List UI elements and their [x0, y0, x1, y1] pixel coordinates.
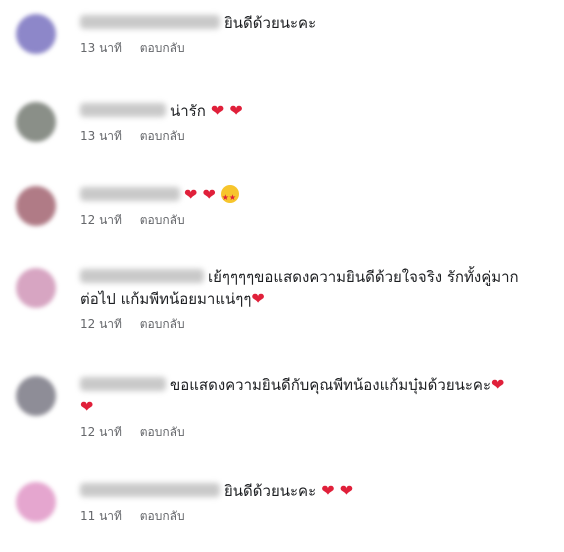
comment-text-line2: ❤: [80, 396, 554, 418]
reply-button[interactable]: ตอบกลับ: [140, 424, 185, 440]
comment-text: เย้ๆๆๆๆขอแสดงความยินดีด้วยใจจริง รักทั้ง…: [80, 266, 554, 288]
commenter-name-redacted[interactable]: [80, 269, 204, 283]
reply-button[interactable]: ตอบกลับ: [140, 212, 185, 228]
heart-emoji: ❤: [184, 185, 198, 204]
heart-emoji: ❤: [491, 375, 505, 394]
comment-text-line2: ต่อไป แก้มพีทน้อยมาแน่ๆๆ❤: [80, 289, 265, 308]
avatar[interactable]: [16, 102, 56, 142]
comment-timestamp[interactable]: 12 นาที: [80, 316, 122, 332]
comment-text: ❤ ❤: [80, 184, 554, 209]
heart-emoji: ❤: [334, 481, 354, 500]
star-struck-emoji-icon: [220, 185, 239, 209]
commenter-name-redacted[interactable]: [80, 187, 180, 201]
comment-timestamp[interactable]: 12 นาที: [80, 424, 122, 440]
comment-text: ยินดีด้วยนะคะ: [80, 12, 554, 34]
commenter-name-redacted[interactable]: [80, 483, 220, 497]
commenter-name-redacted[interactable]: [80, 377, 166, 391]
avatar[interactable]: [16, 482, 56, 522]
commenter-name-redacted[interactable]: [80, 15, 220, 29]
heart-emoji: ❤: [197, 185, 216, 204]
reply-button[interactable]: ตอบกลับ: [140, 508, 185, 524]
heart-emoji: ❤: [251, 289, 265, 308]
comment-text: น่ารัก ❤ ❤: [80, 100, 554, 122]
comment-timestamp[interactable]: 13 นาที: [80, 40, 122, 56]
comment-text: ขอแสดงความยินดีกับคุณพีทน้องแก้มบุ๋มด้วย…: [80, 374, 554, 396]
reply-button[interactable]: ตอบกลับ: [140, 128, 185, 144]
heart-emoji: ❤: [80, 397, 94, 416]
heart-emoji: ❤: [205, 101, 225, 120]
reply-button[interactable]: ตอบกลับ: [140, 316, 185, 332]
avatar[interactable]: [16, 186, 56, 226]
commenter-name-redacted[interactable]: [80, 103, 166, 117]
comment-timestamp[interactable]: 12 นาที: [80, 212, 122, 228]
heart-emoji: ❤: [224, 101, 243, 120]
reply-button[interactable]: ตอบกลับ: [140, 40, 185, 56]
comment-timestamp[interactable]: 11 นาที: [80, 508, 122, 524]
avatar[interactable]: [16, 268, 56, 308]
comment-timestamp[interactable]: 13 นาที: [80, 128, 122, 144]
heart-emoji: ❤: [316, 481, 335, 500]
avatar[interactable]: [16, 376, 56, 416]
comment-text: ยินดีด้วยนะคะ ❤ ❤: [80, 480, 554, 502]
avatar[interactable]: [16, 14, 56, 54]
